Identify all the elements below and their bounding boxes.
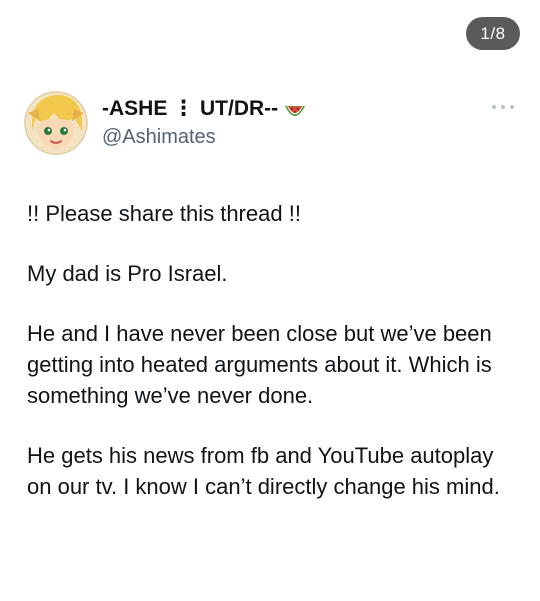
tweet-paragraph: My dad is Pro Israel.	[27, 261, 228, 286]
tweet-paragraph: He and I have never been close but we’ve…	[27, 321, 492, 408]
author-names: -ASHE ⋮ UT/DR-- @Ashimates	[102, 96, 306, 150]
cartoon-avatar-icon	[24, 91, 88, 155]
more-options-icon[interactable]	[492, 102, 514, 112]
more-dot	[492, 105, 496, 109]
tweet-text: !! Please share this thread !! My dad is…	[27, 198, 522, 531]
watermelon-icon	[284, 101, 306, 117]
more-dot	[510, 105, 514, 109]
display-name: -ASHE ⋮ UT/DR--	[102, 97, 279, 120]
page-counter: 1/8	[466, 17, 520, 50]
more-dot	[501, 105, 505, 109]
display-name-row[interactable]: -ASHE ⋮ UT/DR--	[102, 96, 306, 122]
tweet-header: -ASHE ⋮ UT/DR-- @Ashimates	[24, 90, 516, 160]
tweet-paragraph: !! Please share this thread !!	[27, 201, 301, 226]
handle[interactable]: @Ashimates	[102, 124, 306, 150]
tweet-paragraph: He gets his news from fb and YouTube aut…	[27, 443, 500, 499]
avatar[interactable]	[24, 91, 88, 155]
